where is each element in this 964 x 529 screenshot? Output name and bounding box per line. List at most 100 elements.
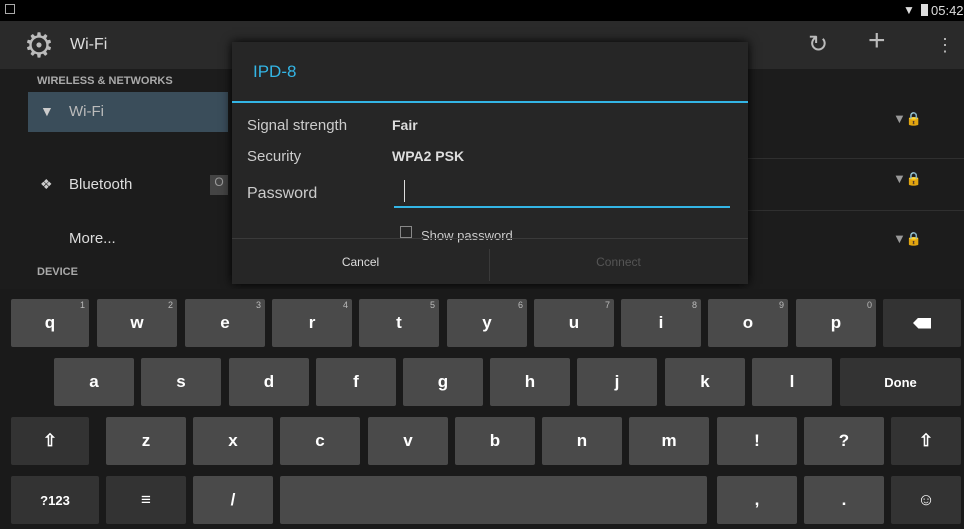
key-hint: 0	[866, 300, 872, 310]
title-divider	[232, 101, 748, 103]
refresh-scan-icon[interactable]: ↻	[808, 31, 828, 59]
smiley-icon: ☺	[917, 490, 935, 509]
dialog-title: IPD-8	[253, 62, 297, 81]
secured-network-icon: ▼🔒	[893, 111, 923, 126]
status-clock: 05:42	[931, 3, 964, 18]
key-t[interactable]: t5	[359, 299, 439, 347]
key-r[interactable]: r4	[272, 299, 352, 347]
key-label: h	[524, 372, 536, 391]
wifi-signal-icon: ▼	[903, 3, 915, 17]
key-slash[interactable]: /	[193, 476, 273, 524]
key-y[interactable]: y6	[447, 299, 527, 347]
key-comma[interactable]: ,	[717, 476, 797, 524]
key-d[interactable]: d	[229, 358, 309, 406]
nav-item-label: Bluetooth	[69, 176, 133, 193]
key-label: r	[308, 313, 316, 332]
cancel-button[interactable]: Cancel	[232, 239, 489, 285]
key-label: u	[568, 313, 580, 332]
key-label: ?	[838, 431, 850, 450]
password-input[interactable]	[394, 176, 730, 208]
done-key[interactable]: Done	[840, 358, 961, 406]
key-label: k	[700, 372, 710, 391]
settings-nav: WIRELESS & NETWORKS ▼ Wi-Fi ❖ Bluetooth …	[0, 69, 230, 289]
action-bar-title: Wi-Fi	[70, 36, 108, 53]
connect-button[interactable]: Connect	[490, 239, 747, 285]
key-label: v	[403, 431, 413, 450]
key-e[interactable]: e3	[185, 299, 265, 347]
key-k[interactable]: k	[665, 358, 745, 406]
key-label: m	[661, 431, 677, 450]
key-l[interactable]: l	[752, 358, 832, 406]
text-caret	[404, 180, 405, 202]
key-label: s	[176, 372, 186, 391]
key-f[interactable]: f	[316, 358, 396, 406]
secured-network-icon: ▼🔒	[893, 171, 923, 186]
show-password-checkbox[interactable]	[400, 226, 412, 238]
key-hint: 4	[342, 300, 348, 310]
emoji-key[interactable]: ☺	[891, 476, 961, 524]
section-header-wireless: WIRELESS & NETWORKS	[37, 75, 173, 87]
key-label: g	[437, 372, 449, 391]
status-bar: ▼ 05:42	[0, 0, 964, 21]
secured-network-icon: ▼🔒	[893, 231, 923, 246]
key-z[interactable]: z	[106, 417, 186, 465]
key-label: o	[742, 313, 754, 332]
nav-item-label: More...	[69, 230, 116, 247]
key-label: .	[841, 490, 847, 509]
key-exclamation[interactable]: !	[717, 417, 797, 465]
nav-item-bluetooth[interactable]: ❖ Bluetooth O	[28, 165, 228, 205]
bluetooth-icon: ❖	[40, 176, 53, 192]
key-label: /	[230, 490, 236, 509]
key-a[interactable]: a	[54, 358, 134, 406]
key-label: c	[315, 431, 325, 450]
key-u[interactable]: u7	[534, 299, 614, 347]
key-b[interactable]: b	[455, 417, 535, 465]
wifi-icon: ▼	[40, 103, 54, 119]
key-c[interactable]: c	[280, 417, 360, 465]
key-label: p	[830, 313, 842, 332]
key-h[interactable]: h	[490, 358, 570, 406]
key-question[interactable]: ?	[804, 417, 884, 465]
add-network-icon[interactable]: +	[868, 26, 886, 56]
shift-icon: ⇧	[42, 431, 58, 450]
key-label: l	[789, 372, 795, 391]
settings-key[interactable]: ≡	[106, 476, 186, 524]
key-m[interactable]: m	[629, 417, 709, 465]
spacebar[interactable]	[280, 476, 707, 524]
nav-item-more[interactable]: More...	[28, 219, 228, 259]
key-hint: 2	[167, 300, 173, 310]
overflow-menu-icon[interactable]: ⋮	[936, 31, 954, 59]
settings-gear-icon[interactable]: ⚙	[22, 29, 56, 63]
nav-item-label: Wi-Fi	[69, 103, 104, 120]
sliders-icon: ≡	[141, 490, 151, 509]
key-label: z	[141, 431, 151, 450]
key-label: ,	[754, 490, 760, 509]
dialog-button-bar: Cancel Connect	[232, 238, 748, 285]
key-label: a	[89, 372, 99, 391]
shift-key-right[interactable]: ⇧	[891, 417, 961, 465]
key-v[interactable]: v	[368, 417, 448, 465]
bluetooth-toggle[interactable]: O	[210, 175, 228, 195]
backspace-key[interactable]	[883, 299, 961, 347]
key-o[interactable]: o9	[708, 299, 788, 347]
key-w[interactable]: w2	[97, 299, 177, 347]
key-q[interactable]: q1	[11, 299, 89, 347]
key-hint: 5	[429, 300, 435, 310]
key-label: f	[353, 372, 359, 391]
key-j[interactable]: j	[577, 358, 657, 406]
key-g[interactable]: g	[403, 358, 483, 406]
divider	[748, 210, 964, 211]
shift-icon: ⇧	[918, 431, 934, 450]
shift-key-left[interactable]: ⇧	[11, 417, 89, 465]
symbols-key[interactable]: ?123	[11, 476, 99, 524]
signal-strength-label: Signal strength	[247, 117, 348, 134]
key-s[interactable]: s	[141, 358, 221, 406]
key-n[interactable]: n	[542, 417, 622, 465]
key-hint: 8	[691, 300, 697, 310]
key-p[interactable]: p0	[796, 299, 876, 347]
key-i[interactable]: i8	[621, 299, 701, 347]
key-period[interactable]: .	[804, 476, 884, 524]
nav-item-wifi[interactable]: ▼ Wi-Fi	[28, 92, 228, 132]
key-hint: 3	[255, 300, 261, 310]
key-x[interactable]: x	[193, 417, 273, 465]
